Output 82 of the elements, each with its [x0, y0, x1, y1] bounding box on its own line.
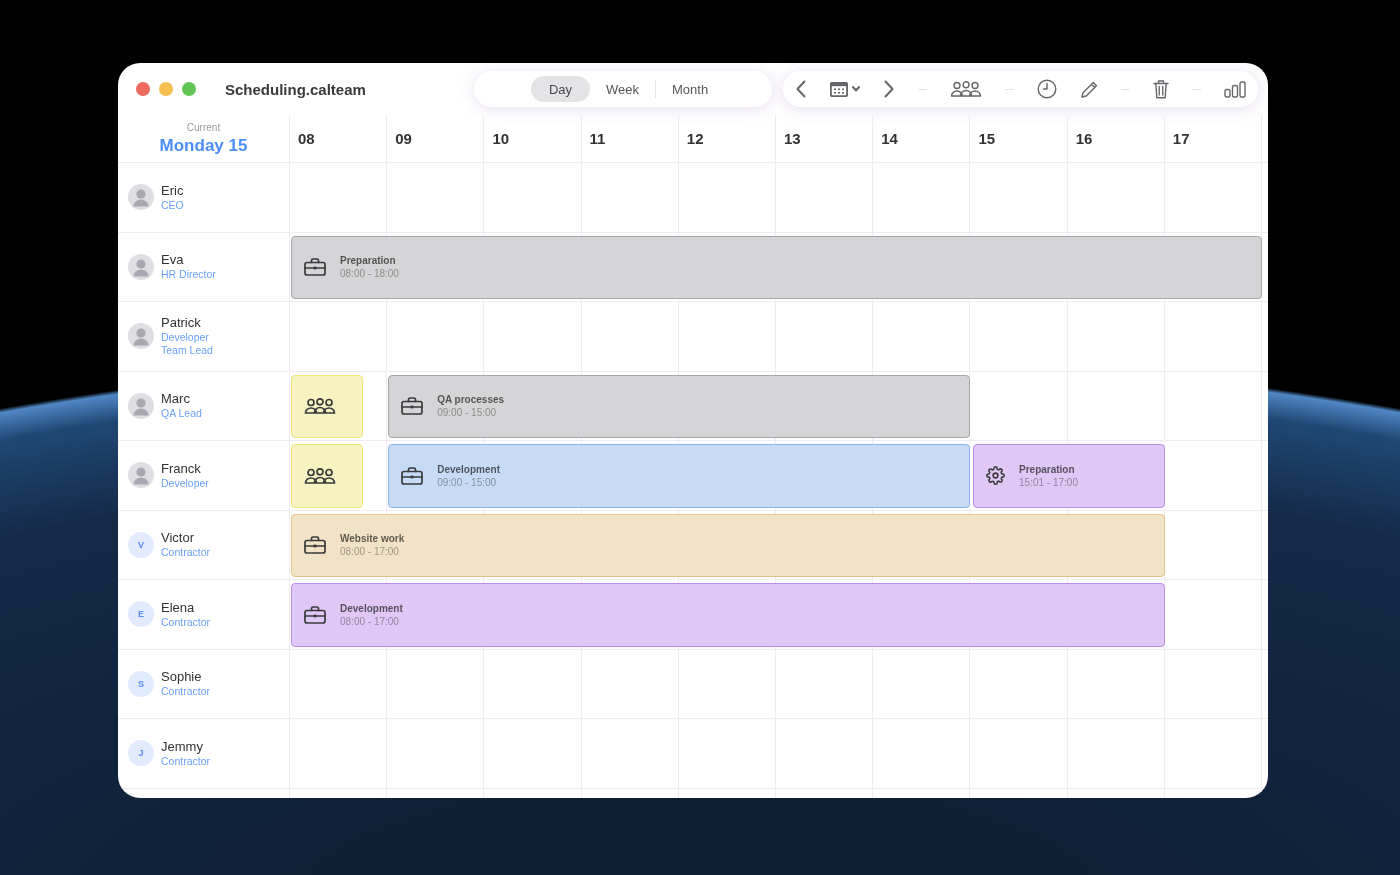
person-name: Patrick: [161, 315, 202, 332]
event-block[interactable]: [291, 444, 363, 508]
initial-avatar: J: [128, 740, 154, 767]
person-role: Developer: [161, 476, 209, 490]
avatar-placeholder: [128, 184, 154, 211]
calendar-icon[interactable]: [830, 81, 849, 97]
event-time: 09:00 - 15:00: [437, 407, 498, 419]
person-role: Team Lead: [161, 344, 213, 358]
trash-icon[interactable]: [1152, 79, 1169, 99]
event-title: Development: [340, 602, 403, 614]
briefcase-icon: [304, 605, 326, 624]
window-title: Scheduling.calteam: [225, 80, 366, 98]
hour-label: 09: [395, 130, 412, 147]
hour-label: 10: [492, 130, 510, 147]
event-block[interactable]: Development 08:00 - 17:00: [291, 583, 1165, 647]
chevron-left-icon[interactable]: [795, 80, 807, 98]
person-role: Contractor: [161, 754, 211, 768]
briefcase-icon: [401, 397, 424, 416]
person-role: Contractor: [161, 615, 211, 629]
event-block[interactable]: QA processes 09:00 - 15:00: [388, 374, 971, 438]
briefcase-icon: [304, 258, 326, 277]
initial-avatar: V: [128, 531, 154, 558]
event-time: 15:01 - 17:00: [1019, 476, 1078, 488]
close-button[interactable]: [136, 82, 150, 96]
person-role: CEO: [161, 198, 184, 212]
initial-avatar: S: [128, 670, 154, 697]
person-name: Eric: [161, 182, 184, 199]
event-time: 08:00 - 18:00: [340, 268, 399, 280]
hour-label: 13: [784, 130, 801, 147]
initial-avatar: E: [128, 601, 154, 628]
person-role: Contractor: [161, 685, 211, 699]
person-role: QA Lead: [161, 407, 202, 421]
avatar-placeholder: [128, 392, 154, 419]
event-block[interactable]: Preparation 15:01 - 17:00: [973, 444, 1165, 508]
current-date: Monday 15: [159, 135, 248, 156]
avatar-placeholder: [128, 462, 154, 489]
person-name: Elena: [161, 599, 196, 616]
event-title: Preparation: [1019, 463, 1076, 475]
hour-label: 16: [1075, 130, 1093, 147]
gear-icon: [986, 466, 1005, 486]
event-title: QA processes: [437, 394, 505, 406]
hour-label: 14: [881, 130, 898, 147]
people-icon: [304, 398, 336, 415]
view-tab[interactable]: Day: [531, 76, 590, 102]
people-icon[interactable]: [950, 81, 983, 97]
hour-label: 17: [1172, 130, 1190, 147]
person-role: Developer: [161, 331, 210, 345]
event-block[interactable]: Website work 08:00 - 17:00: [291, 513, 1165, 577]
caret-down-icon[interactable]: [852, 86, 861, 92]
clock-icon[interactable]: [1037, 79, 1058, 99]
person-name: Franck: [161, 460, 202, 477]
person-role: HR Director: [161, 268, 216, 282]
event-title: Preparation: [340, 255, 397, 267]
hour-label: 08: [298, 130, 315, 147]
event-title: Website work: [340, 533, 405, 545]
chevron-right-icon[interactable]: [883, 80, 896, 98]
person-name: Sophie: [161, 669, 203, 686]
avatar-placeholder: [128, 253, 154, 280]
avatar-placeholder: [128, 323, 154, 350]
person-role: Contractor: [161, 546, 211, 560]
hour-label: 12: [686, 130, 704, 147]
event-title: Development: [437, 463, 500, 475]
pencil-icon[interactable]: [1080, 80, 1098, 98]
person-name: Victor: [161, 530, 195, 547]
briefcase-icon: [401, 466, 424, 485]
view-tab[interactable]: Month: [656, 76, 725, 102]
event-time: 09:00 - 15:00: [437, 476, 498, 488]
event-time: 08:00 - 17:00: [340, 546, 400, 558]
current-caption: Current: [186, 121, 221, 133]
view-tab[interactable]: Week: [590, 76, 655, 102]
person-name: Eva: [161, 252, 185, 269]
hour-label: 11: [589, 130, 606, 147]
briefcase-icon: [304, 536, 326, 555]
person-name: Marc: [161, 391, 191, 408]
hour-label: 15: [978, 130, 996, 147]
event-block[interactable]: [291, 374, 363, 438]
event-block[interactable]: Preparation 08:00 - 18:00: [291, 235, 1262, 299]
person-name: Jemmy: [161, 738, 204, 755]
bar-chart-icon[interactable]: [1223, 80, 1246, 98]
people-icon: [304, 467, 336, 484]
event-time: 08:00 - 17:00: [340, 615, 400, 627]
event-block[interactable]: Development 09:00 - 15:00: [388, 444, 971, 508]
